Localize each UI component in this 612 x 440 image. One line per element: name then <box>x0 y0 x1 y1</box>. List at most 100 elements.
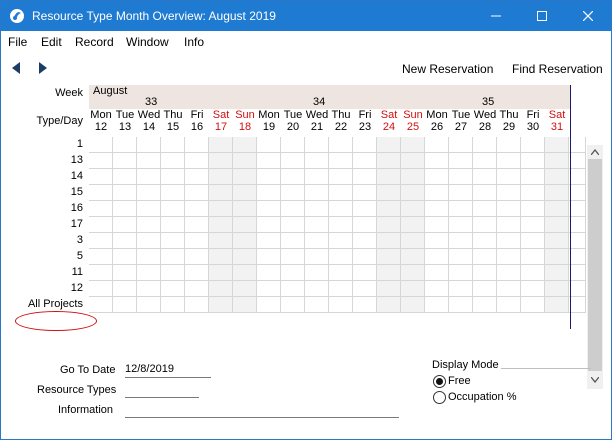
grid-cell[interactable] <box>257 201 281 217</box>
grid-cell[interactable] <box>425 233 449 249</box>
grid-cell[interactable] <box>377 249 401 265</box>
grid-cell[interactable] <box>209 217 233 233</box>
grid-cell[interactable] <box>89 137 113 153</box>
grid-cell[interactable] <box>353 297 377 313</box>
go-to-date-field[interactable]: 12/8/2019 <box>125 363 211 378</box>
grid-cell[interactable] <box>545 169 569 185</box>
grid-cell[interactable] <box>209 201 233 217</box>
grid-cell[interactable] <box>521 185 545 201</box>
grid-cell[interactable] <box>281 297 305 313</box>
grid-cell[interactable] <box>89 297 113 313</box>
grid-cell[interactable] <box>305 249 329 265</box>
grid-cell[interactable] <box>329 297 353 313</box>
grid-cell[interactable] <box>425 137 449 153</box>
grid-cell[interactable] <box>257 249 281 265</box>
grid-cell[interactable] <box>353 169 377 185</box>
grid-cell[interactable] <box>329 265 353 281</box>
grid-cell[interactable] <box>449 265 473 281</box>
grid-cell[interactable] <box>161 233 185 249</box>
grid-cell[interactable] <box>257 185 281 201</box>
grid-cell[interactable] <box>353 217 377 233</box>
resource-type-row-label[interactable]: 16 <box>71 202 83 214</box>
grid-cell[interactable] <box>185 281 209 297</box>
grid-cell[interactable] <box>305 265 329 281</box>
grid-cell[interactable] <box>233 249 257 265</box>
resource-type-row-label[interactable]: 12 <box>71 282 83 294</box>
grid-cell[interactable] <box>569 297 586 313</box>
grid-cell[interactable] <box>233 169 257 185</box>
menu-record[interactable]: Record <box>75 35 114 49</box>
grid-cell[interactable] <box>137 153 161 169</box>
grid-cell[interactable] <box>425 297 449 313</box>
grid-cell[interactable] <box>137 169 161 185</box>
grid-cell[interactable] <box>449 281 473 297</box>
grid-cell[interactable] <box>545 249 569 265</box>
grid-cell[interactable] <box>401 201 425 217</box>
grid-cell[interactable] <box>545 233 569 249</box>
grid-cell[interactable] <box>185 233 209 249</box>
grid-cell[interactable] <box>113 265 137 281</box>
grid-cell[interactable] <box>569 137 586 153</box>
grid-cell[interactable] <box>113 201 137 217</box>
grid-cell[interactable] <box>305 281 329 297</box>
grid-cell[interactable] <box>401 265 425 281</box>
grid-cell[interactable] <box>497 153 521 169</box>
grid-cell[interactable] <box>545 297 569 313</box>
grid-cell[interactable] <box>113 297 137 313</box>
grid-cell[interactable] <box>401 185 425 201</box>
grid-cell[interactable] <box>281 281 305 297</box>
grid-cell[interactable] <box>377 185 401 201</box>
grid-cell[interactable] <box>353 185 377 201</box>
grid-cell[interactable] <box>353 281 377 297</box>
grid-cell[interactable] <box>185 137 209 153</box>
grid-cell[interactable] <box>113 249 137 265</box>
close-button[interactable] <box>565 1 611 31</box>
grid-cell[interactable] <box>281 137 305 153</box>
grid-cell[interactable] <box>449 185 473 201</box>
grid-cell[interactable] <box>329 137 353 153</box>
grid-cell[interactable] <box>113 153 137 169</box>
grid-cell[interactable] <box>425 185 449 201</box>
resource-type-row-label[interactable]: 15 <box>71 186 83 198</box>
grid-cell[interactable] <box>497 249 521 265</box>
grid-cell[interactable] <box>473 233 497 249</box>
grid-cell[interactable] <box>425 217 449 233</box>
grid-cell[interactable] <box>113 185 137 201</box>
menu-info[interactable]: Info <box>184 35 204 49</box>
minimize-button[interactable] <box>473 1 519 31</box>
grid-cell[interactable] <box>521 265 545 281</box>
grid-cell[interactable] <box>89 201 113 217</box>
grid-cell[interactable] <box>473 249 497 265</box>
grid-cell[interactable] <box>449 137 473 153</box>
grid-cell[interactable] <box>425 153 449 169</box>
grid-cell[interactable] <box>137 265 161 281</box>
grid-cell[interactable] <box>89 153 113 169</box>
grid-cell[interactable] <box>89 249 113 265</box>
grid-cell[interactable] <box>425 265 449 281</box>
grid-cell[interactable] <box>329 169 353 185</box>
grid-cell[interactable] <box>233 265 257 281</box>
grid-cell[interactable] <box>521 281 545 297</box>
grid-cell[interactable] <box>449 233 473 249</box>
resource-type-row-label[interactable]: 17 <box>71 218 83 230</box>
grid-cell[interactable] <box>545 265 569 281</box>
grid-cell[interactable] <box>89 185 113 201</box>
grid-cell[interactable] <box>401 153 425 169</box>
grid-cell[interactable] <box>257 297 281 313</box>
grid-cell[interactable] <box>89 217 113 233</box>
menu-file[interactable]: File <box>8 35 27 49</box>
grid-cell[interactable] <box>209 249 233 265</box>
grid-cell[interactable] <box>521 153 545 169</box>
grid-cell[interactable] <box>305 297 329 313</box>
resource-type-row-label[interactable]: 14 <box>71 170 83 182</box>
grid-cell[interactable] <box>569 201 586 217</box>
grid-cell[interactable] <box>185 185 209 201</box>
grid-cell[interactable] <box>233 185 257 201</box>
grid-cell[interactable] <box>377 297 401 313</box>
grid-cell[interactable] <box>281 233 305 249</box>
grid-cell[interactable] <box>473 153 497 169</box>
grid-cell[interactable] <box>185 217 209 233</box>
grid-cell[interactable] <box>401 169 425 185</box>
new-reservation-button[interactable]: New Reservation <box>402 62 493 76</box>
grid-cell[interactable] <box>305 217 329 233</box>
